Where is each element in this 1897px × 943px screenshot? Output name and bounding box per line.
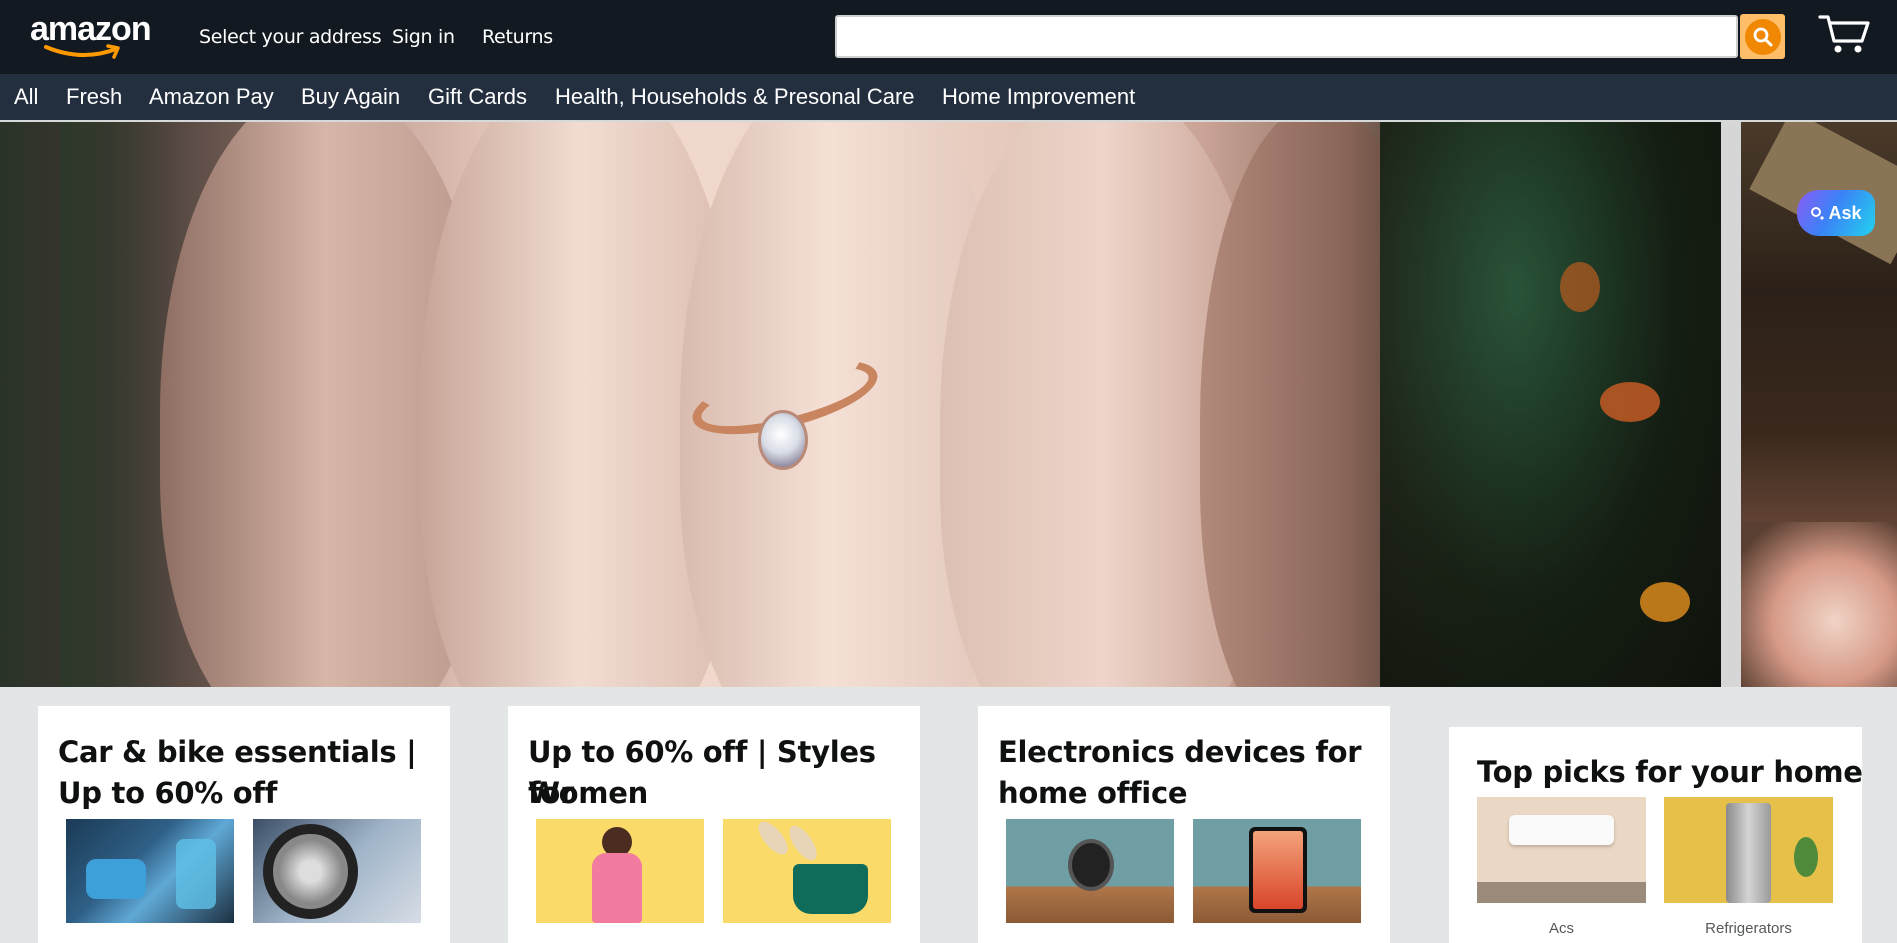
nav-item-home-improvement[interactable]: Home Improvement [942,84,1135,110]
logo-smile-icon [44,44,120,59]
returns-link[interactable]: Returns [482,26,553,48]
amazon-logo[interactable]: amazon [30,12,158,60]
air-conditioner-image[interactable] [1477,797,1646,903]
cart-icon[interactable] [1818,12,1872,56]
search-button[interactable] [1740,14,1785,59]
flower-petal [1640,582,1690,622]
card-title-line2: Up to 60% off [58,776,278,810]
nav-item-health[interactable]: Health, Households & Presonal Care [555,84,915,110]
bag-shape [793,864,868,914]
card-title-line2: home office [998,776,1188,810]
card-car-bike[interactable]: Car & bike essentials | Up to 60% off [38,706,450,943]
carousel-gap [1721,122,1741,687]
logo-text: amazon [30,10,152,48]
sofa-shape [1477,882,1646,903]
card-top-picks-home[interactable]: Top picks for your home Acs Refrigerator… [1449,727,1863,943]
tablet-shape [1249,827,1307,913]
nav-item-gift-cards[interactable]: Gift Cards [428,84,527,110]
sign-in-link[interactable]: Sign in [392,26,455,48]
card-title-line1: Electronics devices for [998,735,1362,769]
ask-label: Ask [1828,202,1862,223]
card-title-line2: Women [528,776,648,810]
ring-diamond [758,410,808,470]
nav-item-buy-again[interactable]: Buy Again [301,84,400,110]
fridge-shape [1726,803,1771,903]
watch-face [1068,839,1114,891]
search-input[interactable] [835,15,1738,58]
category-nav: All Fresh Amazon Pay Buy Again Gift Card… [0,74,1897,120]
card-women-styles[interactable]: Up to 60% off | Styles for Women [508,706,920,943]
nav-item-fresh[interactable]: Fresh [66,84,122,110]
select-address-link[interactable]: Select your address [199,26,382,48]
search-icon [1744,18,1781,55]
shoe-shape [753,819,793,860]
top-header: amazon Select your address Sign in Retur… [0,0,1897,74]
plant-shape [1794,837,1818,877]
dress-shape [592,853,642,923]
shoe-shape [784,821,822,865]
car-wash-image[interactable] [66,819,234,923]
flower-petal [1600,382,1660,422]
nav-item-all[interactable]: All [14,84,38,110]
bottle-shape [176,839,216,909]
ask-assistant-button[interactable]: Ask [1797,190,1875,236]
ac-unit [1509,815,1614,845]
side-flowers [1741,522,1897,687]
flower-petal [1560,262,1600,312]
tile-label-refrigerators[interactable]: Refrigerators [1664,920,1833,937]
card-title: Top picks for your home [1477,755,1863,789]
tile-label-acs[interactable]: Acs [1477,920,1646,937]
hero-banner-image[interactable] [0,122,1721,687]
tablet-image[interactable] [1193,819,1361,923]
nav-item-amazon-pay[interactable]: Amazon Pay [149,84,274,110]
cloth-shape [86,859,146,899]
tablet-screen [1253,831,1303,909]
wheel-shape [263,824,358,919]
smartwatch-image[interactable] [1006,819,1174,923]
ask-icon [1811,207,1825,220]
women-dress-image[interactable] [536,819,704,923]
card-electronics[interactable]: Electronics devices for home office [978,706,1390,943]
card-title-line1: Car & bike essentials | [58,735,417,769]
refrigerator-image[interactable] [1664,797,1833,903]
bike-wheel-image[interactable] [253,819,421,923]
women-accessories-image[interactable] [723,819,891,923]
